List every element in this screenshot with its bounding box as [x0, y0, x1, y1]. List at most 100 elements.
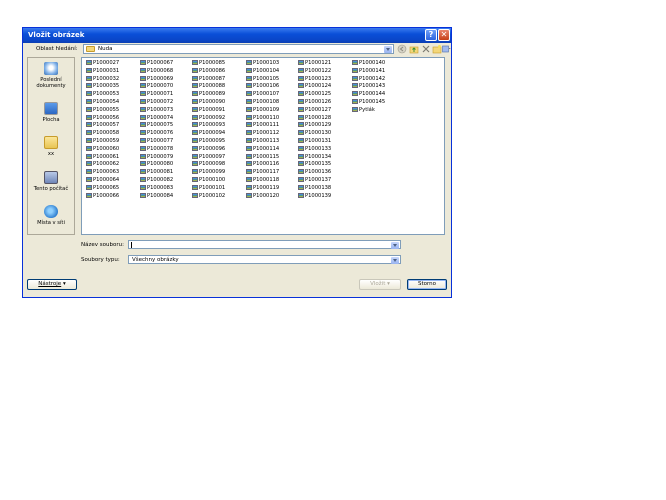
- file-item[interactable]: P1000085: [192, 60, 245, 68]
- file-item[interactable]: P1000071: [140, 91, 193, 99]
- file-item[interactable]: P1000077: [140, 137, 193, 146]
- file-item[interactable]: P1000057: [86, 122, 139, 130]
- file-item[interactable]: P1000055: [86, 106, 139, 115]
- file-item[interactable]: P1000125: [298, 91, 351, 99]
- close-button[interactable]: ✕: [438, 29, 450, 41]
- file-item[interactable]: P1000131: [298, 137, 351, 146]
- file-item[interactable]: P1000069: [140, 75, 193, 84]
- file-item[interactable]: P1000074: [140, 114, 193, 123]
- back-icon[interactable]: [397, 44, 407, 54]
- file-item[interactable]: P1000141: [352, 67, 405, 76]
- file-item[interactable]: P1000073: [140, 106, 193, 115]
- file-item[interactable]: P1000035: [86, 83, 139, 91]
- file-item[interactable]: P1000137: [298, 176, 351, 185]
- file-item[interactable]: P1000093: [192, 122, 245, 130]
- file-item[interactable]: P1000119: [246, 184, 299, 193]
- file-item[interactable]: P1000145: [352, 98, 405, 107]
- file-item[interactable]: P1000067: [140, 60, 193, 68]
- place-xx[interactable]: xx: [28, 136, 74, 157]
- file-item[interactable]: P1000106: [246, 83, 299, 91]
- help-button[interactable]: ?: [425, 29, 437, 41]
- file-item[interactable]: P1000089: [192, 91, 245, 99]
- new-folder-icon[interactable]: [432, 44, 442, 54]
- file-item[interactable]: P1000103: [246, 60, 299, 68]
- file-item[interactable]: P1000134: [298, 153, 351, 162]
- file-item[interactable]: P1000142: [352, 75, 405, 84]
- tools-button[interactable]: Nástroje ▾: [27, 279, 77, 290]
- file-item[interactable]: P1000102: [192, 192, 245, 201]
- file-item[interactable]: P1000031: [86, 67, 139, 76]
- delete-icon[interactable]: [421, 44, 431, 54]
- file-item[interactable]: P1000099: [192, 169, 245, 177]
- place-network[interactable]: Místa v síti: [28, 205, 74, 226]
- file-item[interactable]: P1000136: [298, 169, 351, 177]
- place-recent-documents[interactable]: Poslední dokumenty: [28, 62, 74, 89]
- file-item[interactable]: P1000127: [298, 106, 351, 115]
- file-item[interactable]: P1000139: [298, 192, 351, 201]
- file-item[interactable]: P1000118: [246, 176, 299, 185]
- file-item[interactable]: P1000066: [86, 192, 139, 201]
- file-item[interactable]: P1000063: [86, 169, 139, 177]
- file-item[interactable]: P1000070: [140, 83, 193, 91]
- file-item[interactable]: P1000097: [192, 153, 245, 162]
- file-item[interactable]: P1000032: [86, 75, 139, 84]
- file-item[interactable]: P1000098: [192, 161, 245, 169]
- file-item[interactable]: P1000135: [298, 161, 351, 169]
- file-item[interactable]: P1000081: [140, 169, 193, 177]
- file-item[interactable]: P1000123: [298, 75, 351, 84]
- file-item[interactable]: P1000112: [246, 130, 299, 138]
- file-item[interactable]: P1000054: [86, 98, 139, 107]
- file-item[interactable]: P1000116: [246, 161, 299, 169]
- file-item[interactable]: P1000105: [246, 75, 299, 84]
- chevron-down-icon[interactable]: [391, 242, 399, 249]
- file-item[interactable]: P1000090: [192, 98, 245, 107]
- file-item[interactable]: P1000079: [140, 153, 193, 162]
- place-desktop[interactable]: Plocha: [28, 102, 74, 123]
- file-item[interactable]: P1000078: [140, 145, 193, 154]
- file-item[interactable]: P1000087: [192, 75, 245, 84]
- insert-button[interactable]: Vložit ▾: [359, 279, 401, 290]
- file-item[interactable]: Pytlák: [352, 106, 405, 115]
- file-item[interactable]: P1000101: [192, 184, 245, 193]
- chevron-down-icon[interactable]: [391, 257, 399, 264]
- file-item[interactable]: P1000065: [86, 184, 139, 193]
- file-item[interactable]: P1000095: [192, 137, 245, 146]
- file-item[interactable]: P1000111: [246, 122, 299, 130]
- file-item[interactable]: P1000094: [192, 130, 245, 138]
- file-list[interactable]: P1000027 P1000031 P1000032 P1000035 P1000053…: [81, 57, 445, 235]
- file-item[interactable]: P1000096: [192, 145, 245, 154]
- file-item[interactable]: P1000058: [86, 130, 139, 138]
- file-item[interactable]: P1000086: [192, 67, 245, 76]
- file-item[interactable]: P1000027: [86, 60, 139, 68]
- file-item[interactable]: P1000115: [246, 153, 299, 162]
- file-item[interactable]: P1000062: [86, 161, 139, 169]
- file-item[interactable]: P1000109: [246, 106, 299, 115]
- file-item[interactable]: P1000126: [298, 98, 351, 107]
- file-item[interactable]: P1000107: [246, 91, 299, 99]
- file-item[interactable]: P1000130: [298, 130, 351, 138]
- file-item[interactable]: P1000133: [298, 145, 351, 154]
- file-item[interactable]: P1000108: [246, 98, 299, 107]
- up-folder-icon[interactable]: [409, 44, 419, 54]
- file-item[interactable]: P1000104: [246, 67, 299, 76]
- file-item[interactable]: P1000144: [352, 91, 405, 99]
- file-item[interactable]: P1000072: [140, 98, 193, 107]
- file-item[interactable]: P1000075: [140, 122, 193, 130]
- file-item[interactable]: P1000100: [192, 176, 245, 185]
- file-item[interactable]: P1000084: [140, 192, 193, 201]
- file-item[interactable]: P1000083: [140, 184, 193, 193]
- file-item[interactable]: P1000114: [246, 145, 299, 154]
- file-item[interactable]: P1000128: [298, 114, 351, 123]
- file-item[interactable]: P1000143: [352, 83, 405, 91]
- file-item[interactable]: P1000056: [86, 114, 139, 123]
- file-item[interactable]: P1000140: [352, 60, 405, 68]
- file-item[interactable]: P1000053: [86, 91, 139, 99]
- file-item[interactable]: P1000061: [86, 153, 139, 162]
- file-item[interactable]: P1000088: [192, 83, 245, 91]
- title-bar[interactable]: Vložit obrázek ? ✕: [23, 28, 451, 43]
- filename-input[interactable]: [128, 240, 401, 249]
- file-item[interactable]: P1000120: [246, 192, 299, 201]
- file-item[interactable]: P1000092: [192, 114, 245, 123]
- file-item[interactable]: P1000091: [192, 106, 245, 115]
- file-item[interactable]: P1000082: [140, 176, 193, 185]
